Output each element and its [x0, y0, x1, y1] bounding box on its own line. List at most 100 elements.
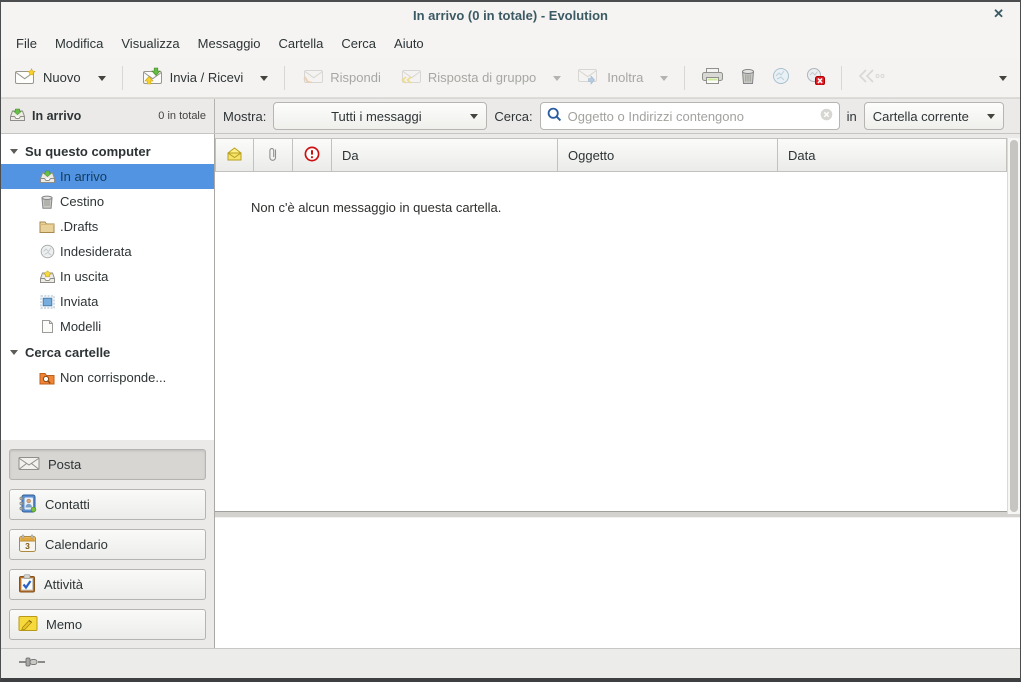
forward-dropdown-button: [653, 66, 675, 90]
folder-item-label: In arrivo: [60, 169, 107, 184]
menu-item-visualizza[interactable]: Visualizza: [112, 32, 188, 55]
current-folder-info: In arrivo 0 in totale: [1, 99, 215, 133]
column-read-status[interactable]: [215, 138, 254, 172]
print-button[interactable]: [694, 62, 731, 93]
folder-item-modelli[interactable]: Modelli: [1, 314, 214, 339]
switcher-memos-label: Memo: [46, 617, 82, 632]
switcher-memos-button[interactable]: Memo: [9, 609, 206, 640]
not-junk-button[interactable]: [765, 62, 797, 93]
forward-button: Inoltra: [570, 63, 651, 93]
show-filter-dropdown[interactable]: Tutti i messaggi: [273, 102, 487, 130]
toolbar-overflow-button[interactable]: [992, 66, 1014, 90]
column-attachment[interactable]: [254, 138, 293, 172]
menu-item-file[interactable]: File: [7, 32, 46, 55]
search-box: [540, 102, 840, 130]
show-label: Mostra:: [223, 109, 266, 124]
switcher-contacts-button[interactable]: Contatti: [9, 489, 206, 520]
folder-item-non-corrisponde[interactable]: Non corrisponde...: [1, 365, 214, 390]
toolbar-separator: [684, 66, 685, 90]
folder-item-label: In uscita: [60, 269, 108, 284]
toolbar-separator: [122, 66, 123, 90]
junk-icon: [38, 244, 56, 259]
send-receive-button[interactable]: Invia / Ricevi: [132, 62, 252, 93]
menu-item-cerca[interactable]: Cerca: [332, 32, 385, 55]
send-receive-label: Invia / Ricevi: [170, 70, 244, 85]
column-data-label: Data: [788, 148, 815, 163]
search-scope-value: Cartella corrente: [873, 109, 987, 124]
group-reply-icon: [399, 68, 422, 87]
forward-icon: [578, 68, 601, 88]
column-oggetto[interactable]: Oggetto: [558, 138, 778, 172]
new-dropdown-button[interactable]: [91, 66, 113, 90]
reply-icon: [302, 68, 324, 87]
group-reply-button-label: Risposta di gruppo: [428, 70, 536, 85]
folder-item-in-uscita[interactable]: In uscita: [1, 264, 214, 289]
toolbar-separator: [284, 66, 285, 90]
online-status-icon[interactable]: [19, 656, 45, 671]
sidebar: Su questo computer In arrivo Cestino: [1, 134, 215, 648]
clear-search-icon[interactable]: [820, 108, 833, 124]
read-status-icon: [226, 147, 243, 164]
column-da[interactable]: Da: [332, 138, 558, 172]
toolbar-separator: [841, 66, 842, 90]
tree-group-label: Su questo computer: [25, 144, 151, 159]
message-list-scrollbar[interactable]: [1007, 138, 1020, 514]
junk-button[interactable]: [799, 62, 832, 93]
chevron-down-icon: [470, 114, 478, 123]
new-button[interactable]: Nuovo: [7, 63, 89, 93]
switcher-calendar-button[interactable]: 3 Calendario: [9, 529, 206, 560]
switcher-mail-button[interactable]: Posta: [9, 449, 206, 480]
menubar: File Modifica Visualizza Messaggio Carte…: [1, 28, 1020, 58]
chevron-down-icon: [553, 76, 561, 85]
preview-pane: [215, 518, 1020, 648]
folder-tree: Su questo computer In arrivo Cestino: [1, 134, 214, 440]
search-scope-dropdown[interactable]: Cartella corrente: [864, 102, 1004, 130]
tree-group-this-computer[interactable]: Su questo computer: [1, 138, 214, 164]
folder-icon: [38, 220, 56, 233]
folder-item-label: .Drafts: [60, 219, 98, 234]
template-icon: [38, 319, 56, 334]
scrollbar-thumb[interactable]: [1010, 140, 1018, 512]
folder-item-drafts[interactable]: .Drafts: [1, 214, 214, 239]
folder-item-inviata[interactable]: Inviata: [1, 289, 214, 314]
calendar-icon: 3: [18, 534, 37, 556]
menu-item-messaggio[interactable]: Messaggio: [189, 32, 270, 55]
tree-group-label: Cerca cartelle: [25, 345, 110, 360]
component-switcher: Posta Contatti 3 Calendario: [1, 440, 214, 648]
folder-item-in-arrivo[interactable]: In arrivo: [1, 164, 214, 189]
preview-splitter[interactable]: [215, 511, 1020, 518]
switcher-contacts-label: Contatti: [45, 497, 90, 512]
evolution-window: In arrivo (0 in totale) - Evolution ✕ Fi…: [0, 0, 1021, 682]
chevron-down-icon: [98, 76, 106, 85]
send-receive-dropdown-button[interactable]: [253, 66, 275, 90]
menu-item-cartella[interactable]: Cartella: [270, 32, 333, 55]
chevron-down-icon: [260, 76, 268, 85]
reply-button: Rispondi: [294, 63, 389, 92]
search-input[interactable]: [568, 109, 814, 124]
menu-item-modifica[interactable]: Modifica: [46, 32, 112, 55]
menu-item-aiuto[interactable]: Aiuto: [385, 32, 433, 55]
tree-group-search-folders[interactable]: Cerca cartelle: [1, 339, 214, 365]
folder-item-label: Inviata: [60, 294, 98, 309]
window-title: In arrivo (0 in totale) - Evolution: [413, 8, 608, 23]
folder-item-cestino[interactable]: Cestino: [1, 189, 214, 214]
folder-item-label: Cestino: [60, 194, 104, 209]
delete-button[interactable]: [733, 62, 763, 93]
column-priority[interactable]: [293, 138, 332, 172]
column-data[interactable]: Data: [778, 138, 1007, 172]
search-folder-icon: [38, 371, 56, 385]
print-icon: [701, 67, 724, 88]
filter-controls: Mostra: Tutti i messaggi Cerca: in Carte…: [215, 99, 1020, 133]
inbox-icon: [9, 108, 26, 125]
close-icon[interactable]: ✕: [993, 6, 1004, 22]
forward-button-label: Inoltra: [607, 70, 643, 85]
group-reply-dropdown-button: [546, 66, 568, 90]
switcher-tasks-button[interactable]: Attività: [9, 569, 206, 600]
trash-icon: [38, 194, 56, 209]
tasks-icon: [18, 574, 36, 596]
reply-button-label: Rispondi: [330, 70, 381, 85]
sent-icon: [38, 295, 56, 309]
chevron-down-icon: [987, 114, 995, 123]
folder-item-indesiderata[interactable]: Indesiderata: [1, 239, 214, 264]
group-reply-button: Risposta di gruppo: [391, 63, 544, 92]
